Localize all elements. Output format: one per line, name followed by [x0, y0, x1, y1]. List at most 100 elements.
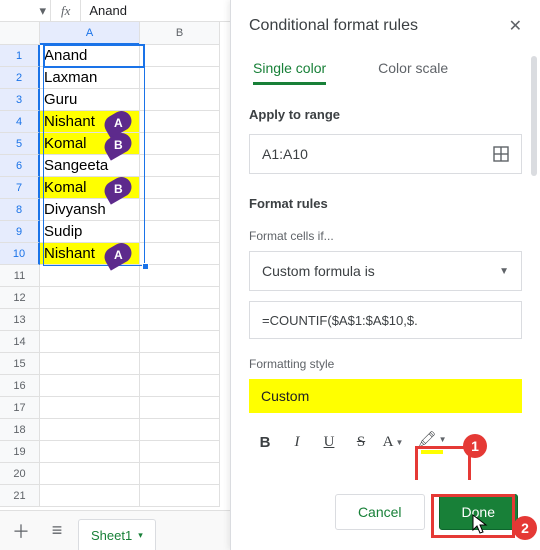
- cell[interactable]: [140, 133, 220, 155]
- fill-color-swatch: [421, 450, 443, 454]
- row-header[interactable]: 15: [0, 353, 40, 375]
- panel-title: Conditional format rules: [249, 17, 418, 35]
- cell[interactable]: [140, 441, 220, 463]
- table-row: 14: [0, 331, 220, 353]
- cell[interactable]: [140, 265, 220, 287]
- row-header[interactable]: 6: [0, 155, 40, 177]
- grid-body: 1Anand2Laxman3Guru4Nishant5Komal6Sangeet…: [0, 45, 220, 507]
- add-sheet-button[interactable]: ＋: [6, 516, 36, 546]
- cell[interactable]: [140, 111, 220, 133]
- chevron-down-icon: ▼: [439, 435, 447, 444]
- column-header-a[interactable]: A: [40, 22, 140, 45]
- cell[interactable]: [40, 287, 140, 309]
- cell[interactable]: [140, 485, 220, 507]
- text-color-button[interactable]: A▼: [377, 425, 409, 459]
- cell[interactable]: [40, 463, 140, 485]
- style-preview[interactable]: Custom: [249, 379, 522, 413]
- cancel-button[interactable]: Cancel: [335, 494, 425, 530]
- row-header[interactable]: 19: [0, 441, 40, 463]
- underline-button[interactable]: U: [313, 425, 345, 459]
- tab-single-color[interactable]: Single color: [253, 54, 326, 85]
- row-header[interactable]: 8: [0, 199, 40, 221]
- cell[interactable]: [140, 199, 220, 221]
- row-header[interactable]: 14: [0, 331, 40, 353]
- formula-input[interactable]: Anand: [81, 3, 127, 18]
- sheet-tab-caret: ▾: [138, 530, 143, 541]
- column-headers: A B: [0, 22, 220, 45]
- cell[interactable]: Laxman: [40, 67, 140, 89]
- cell[interactable]: [140, 397, 220, 419]
- cell[interactable]: [40, 309, 140, 331]
- close-icon[interactable]: ✕: [509, 16, 522, 36]
- cell[interactable]: [40, 419, 140, 441]
- mode-tabs: Single color Color scale: [249, 50, 522, 85]
- tab-color-scale[interactable]: Color scale: [378, 54, 448, 85]
- row-header[interactable]: 3: [0, 89, 40, 111]
- cell[interactable]: [40, 485, 140, 507]
- row-header[interactable]: 10: [0, 243, 40, 265]
- row-header[interactable]: 12: [0, 287, 40, 309]
- cell[interactable]: [40, 441, 140, 463]
- cell[interactable]: Guru: [40, 89, 140, 111]
- row-header[interactable]: 9: [0, 221, 40, 243]
- cell[interactable]: Divyansh: [40, 199, 140, 221]
- select-all-corner[interactable]: [0, 22, 40, 45]
- row-header[interactable]: 18: [0, 419, 40, 441]
- row-header[interactable]: 21: [0, 485, 40, 507]
- cell[interactable]: [140, 419, 220, 441]
- cell[interactable]: [40, 265, 140, 287]
- cell[interactable]: Sangeeta: [40, 155, 140, 177]
- sheet-tab-label: Sheet1: [91, 528, 132, 543]
- row-header[interactable]: 13: [0, 309, 40, 331]
- cell[interactable]: [140, 155, 220, 177]
- cell[interactable]: [140, 177, 220, 199]
- row-header[interactable]: 2: [0, 67, 40, 89]
- custom-formula-input[interactable]: =COUNTIF($A$1:$A$10,$.: [249, 301, 522, 339]
- select-range-icon[interactable]: [493, 146, 509, 162]
- bold-button[interactable]: B: [249, 425, 281, 459]
- range-input[interactable]: A1:A10: [249, 134, 522, 174]
- row-header[interactable]: 5: [0, 133, 40, 155]
- cell[interactable]: [140, 89, 220, 111]
- cell[interactable]: [140, 221, 220, 243]
- cell[interactable]: [140, 375, 220, 397]
- spreadsheet-grid[interactable]: A B 1Anand2Laxman3Guru4Nishant5Komal6San…: [0, 22, 220, 527]
- row-header[interactable]: 1: [0, 45, 40, 67]
- italic-button[interactable]: I: [281, 425, 313, 459]
- chevron-down-icon: ▼: [395, 438, 403, 447]
- sheet-tab-active[interactable]: Sheet1 ▾: [78, 519, 156, 550]
- cell[interactable]: [140, 309, 220, 331]
- cell[interactable]: Sudip: [40, 221, 140, 243]
- fill-color-button[interactable]: 🖍 ▼: [409, 425, 455, 459]
- cell[interactable]: [40, 353, 140, 375]
- row-header[interactable]: 20: [0, 463, 40, 485]
- row-header[interactable]: 17: [0, 397, 40, 419]
- cell[interactable]: [40, 397, 140, 419]
- cell[interactable]: [140, 463, 220, 485]
- cell[interactable]: [140, 45, 220, 67]
- annotation-circle-1: 1: [463, 434, 487, 458]
- column-header-b[interactable]: B: [140, 22, 220, 45]
- cell[interactable]: [140, 243, 220, 265]
- row-header[interactable]: 16: [0, 375, 40, 397]
- condition-select[interactable]: Custom formula is ▼: [249, 251, 522, 291]
- cell[interactable]: [40, 375, 140, 397]
- cell[interactable]: Anand: [40, 45, 140, 67]
- cell[interactable]: [40, 331, 140, 353]
- cell[interactable]: [140, 287, 220, 309]
- strike-button[interactable]: S: [345, 425, 377, 459]
- row-header[interactable]: 4: [0, 111, 40, 133]
- cell[interactable]: [140, 353, 220, 375]
- cell[interactable]: [140, 331, 220, 353]
- cell[interactable]: [140, 67, 220, 89]
- row-header[interactable]: 11: [0, 265, 40, 287]
- row-header[interactable]: 7: [0, 177, 40, 199]
- formatting-style-label: Formatting style: [249, 357, 522, 371]
- all-sheets-button[interactable]: ≡: [42, 516, 72, 546]
- format-rules-label: Format rules: [249, 196, 522, 211]
- name-box[interactable]: ▾: [0, 0, 50, 22]
- panel-scrollbar[interactable]: [531, 56, 537, 176]
- panel-actions: Cancel Done: [231, 480, 540, 550]
- apply-to-range-label: Apply to range: [249, 107, 522, 122]
- table-row: 18: [0, 419, 220, 441]
